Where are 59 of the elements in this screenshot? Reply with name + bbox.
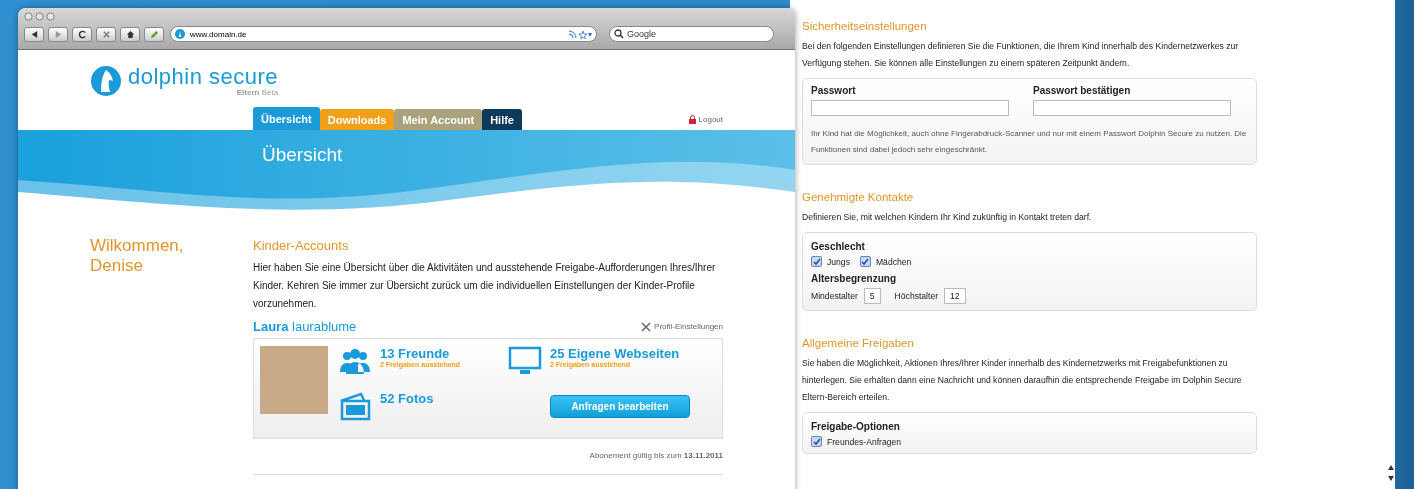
monitor-icon [508, 346, 542, 376]
feed-star-icon [568, 29, 592, 39]
home-button[interactable] [120, 26, 140, 42]
stat-value: 25 Eigene Webseiten [550, 346, 680, 361]
field-label: Passwort [811, 85, 857, 96]
section-text: Definieren Sie, mit welchen Kindern Ihr Kind zukünftig in Kontakt treten darf. [802, 211, 1093, 224]
stop-button[interactable] [96, 26, 116, 42]
checkbox-label: Jungs [827, 256, 850, 267]
site-icon [175, 29, 185, 39]
section-text: Bei den folgenden Einstellungen definieren Sie die Funktionen, die Ihrem Kind innerhalb des Kindernetzwerkes zur Verfügung stehen. Sie können alle Einstellungen zu einem späteren Zeitpunkt ändern. [802, 40, 1240, 70]
intro-text: Hier haben Sie eine Übersicht über die Aktivitäten und ausstehende Freigabe-Aufforderungen Ihres/Ihrer Kinder. Kehren Sie immer zur Übersicht zurück um die individuellen Einstellungen der Kinder-Profile vorzunehmen. [253, 261, 717, 311]
field-label: Höchstalter [894, 291, 939, 301]
password-field[interactable] [811, 100, 1009, 116]
group-label: Altersbegrenzung [811, 273, 897, 284]
field-label: Passwort bestätigen [1033, 85, 1132, 96]
group-label: Freigabe-Optionen [811, 421, 901, 432]
child-name: Laura laurablume [253, 319, 357, 334]
age-field[interactable]: 12 [944, 288, 966, 304]
people-icon [338, 346, 372, 376]
stat-value: 13 Freunde [380, 346, 451, 361]
age-field[interactable]: 5 [863, 288, 881, 304]
section-heading: Sicherheitseinstellungen [802, 20, 928, 32]
back-button[interactable] [24, 26, 44, 42]
logout-link[interactable]: Logout [688, 114, 723, 124]
checkbox-label: Freundes-Anfragen [827, 436, 902, 447]
right-arrow-icon [53, 29, 63, 39]
lock-icon [688, 114, 696, 124]
photos-icon [338, 390, 372, 421]
photo-placeholder [260, 346, 328, 414]
stat-value: 52 Fotos [380, 390, 434, 406]
subscription-text: Abonement gültig bis zum 13.11.2011 [588, 451, 723, 460]
reload-button[interactable] [72, 26, 92, 42]
search-field[interactable]: Google [609, 26, 774, 42]
logo-subtitle: Eltern Beta [236, 87, 279, 97]
welcome-text: Wilkommen, Denise [90, 236, 185, 276]
address-field[interactable]: www.domain.de [170, 26, 597, 42]
banner-title: Übersicht [262, 144, 343, 166]
logo-text: dolphin secure [128, 65, 279, 88]
nav-tab[interactable]: Hilfe [482, 109, 522, 130]
dolphin-logo-icon [90, 65, 122, 97]
reload-icon [77, 29, 87, 39]
checkbox[interactable] [811, 436, 822, 447]
pencil-icon [149, 29, 159, 39]
section-text: Sie haben die Möglichkeit, Aktionen Ihres/Ihrer Kinder innerhalb des Kindernetzwerks mit Freigabefunktionen zu hinterlegen. Sie erhalten dann eine Nachricht und können daraufhin die entsprechende Freigabe im Dolphin Secure Eltern-Bereich erteilen. [802, 357, 1243, 404]
section-heading: Kinder-Accounts [253, 238, 350, 253]
group-label: Geschlecht [811, 241, 866, 252]
checkbox[interactable] [859, 256, 871, 267]
password-field[interactable] [1033, 100, 1231, 116]
profile-settings-link[interactable]: Profil-Einstellungen [641, 321, 723, 332]
section-heading: Allgemeine Freigaben [802, 337, 915, 349]
home-icon [125, 29, 135, 39]
close-icon [101, 29, 111, 39]
checkbox-label: Mädchen [875, 256, 912, 267]
field-label: Mindestalter [811, 291, 858, 301]
search-icon [614, 29, 624, 39]
left-arrow-icon [29, 29, 39, 39]
checkbox[interactable] [811, 256, 822, 267]
note-text: Ihr Kind hat die Möglichkeit, auch ohne Fingerabdruck-Scanner und nur mit einem Passwort Dolphin Secure zu nutzen. Die Funktionen sind dabei jedoch sehr eingeschränkt. [811, 128, 1248, 156]
section-heading: Genehmigte Kontakte [802, 191, 915, 203]
